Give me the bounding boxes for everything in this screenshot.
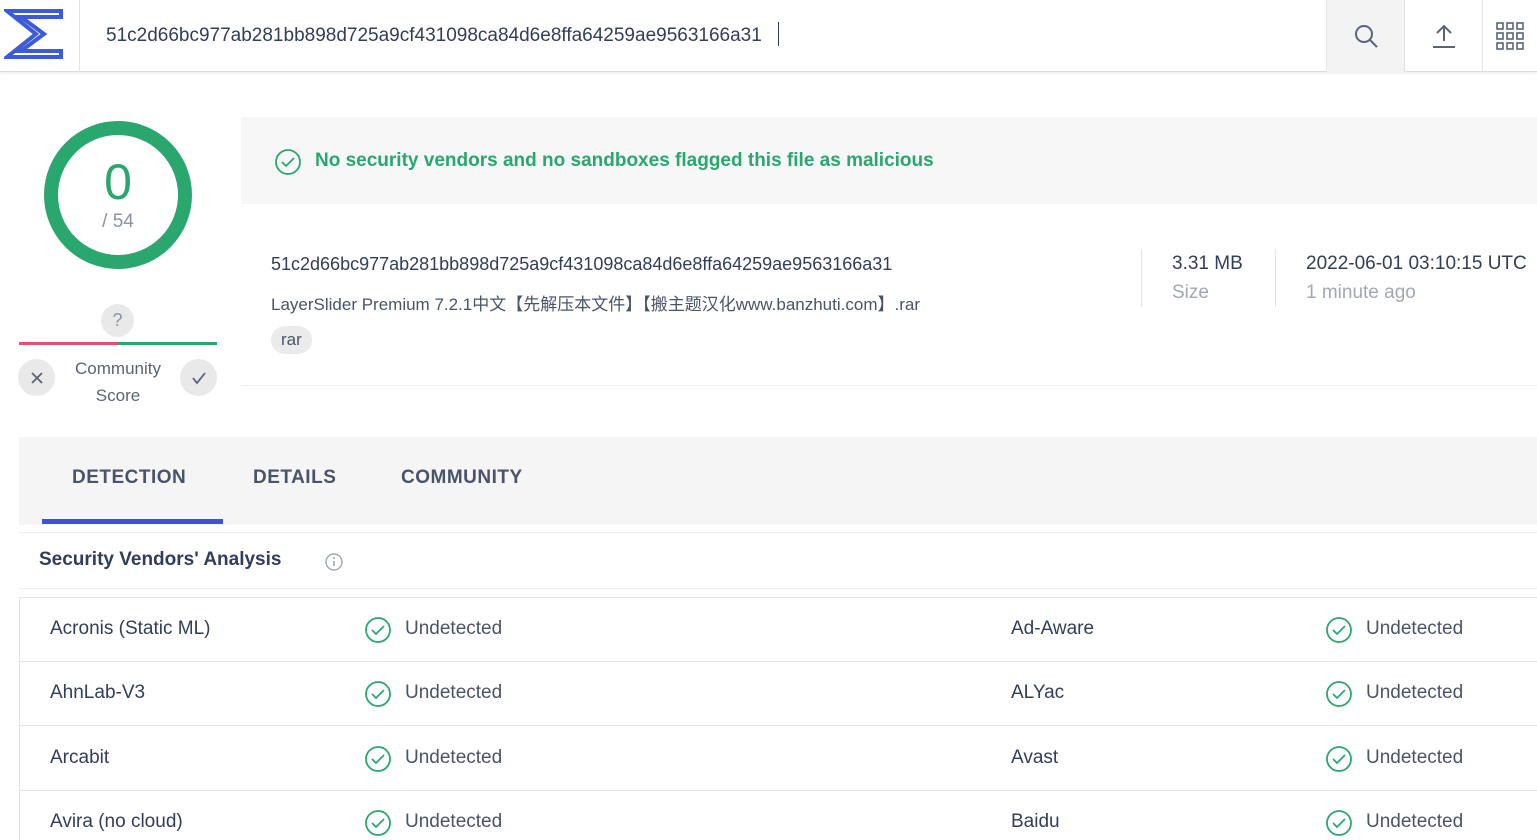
check-circle-icon bbox=[364, 745, 392, 778]
upload-icon bbox=[1432, 24, 1455, 48]
section-title: Security Vendors' Analysis bbox=[39, 549, 282, 570]
info-icon[interactable] bbox=[324, 552, 344, 577]
tab-detection[interactable]: DETECTION bbox=[72, 467, 186, 489]
file-name: LayerSlider Premium 7.2.1中文【先解压本文件】【搬主题汉… bbox=[271, 295, 920, 314]
vendor-status: Undetected bbox=[405, 747, 503, 768]
vendor-status: Undetected bbox=[1366, 618, 1464, 639]
table-row: Avira (no cloud) Undetected Baidu Undete… bbox=[19, 791, 1537, 840]
community-score-label: Community Score bbox=[58, 355, 178, 409]
vendor-name: AhnLab-V3 bbox=[50, 682, 146, 703]
check-circle-icon bbox=[274, 148, 302, 181]
checkmark-icon bbox=[191, 371, 206, 384]
file-type-tag[interactable]: rar bbox=[271, 326, 312, 354]
community-positive-bar bbox=[118, 342, 217, 345]
apps-grid-icon bbox=[1496, 22, 1524, 50]
tab-community[interactable]: COMMUNITY bbox=[401, 467, 523, 489]
divider bbox=[1141, 249, 1142, 307]
vendor-name: Ad-Aware bbox=[1011, 618, 1095, 639]
top-header bbox=[0, 0, 1537, 72]
check-circle-icon bbox=[364, 680, 392, 713]
vendor-name: Avast bbox=[1011, 747, 1059, 768]
divider bbox=[241, 385, 1537, 386]
upload-button[interactable] bbox=[1404, 0, 1482, 72]
community-score-help[interactable]: ? bbox=[101, 304, 134, 337]
vote-harmless-button[interactable] bbox=[180, 359, 217, 396]
tab-bar bbox=[19, 437, 1537, 525]
status-message: No security vendors and no sandboxes fla… bbox=[315, 150, 934, 171]
community-negative-bar bbox=[19, 342, 118, 345]
check-circle-icon bbox=[1325, 745, 1353, 778]
community-label-line1: Community bbox=[75, 359, 161, 378]
divider bbox=[19, 532, 1537, 533]
check-circle-icon bbox=[364, 809, 392, 840]
file-hash[interactable]: 51c2d66bc977ab281bb898d725a9cf431098ca84… bbox=[271, 254, 892, 275]
search-input[interactable] bbox=[82, 0, 1326, 72]
vendor-status: Undetected bbox=[1366, 747, 1464, 768]
detection-total: / 54 bbox=[102, 211, 134, 232]
active-tab-indicator bbox=[42, 519, 223, 524]
close-icon bbox=[30, 371, 43, 384]
analysis-relative-time: 1 minute ago bbox=[1306, 282, 1416, 303]
apps-menu-button[interactable] bbox=[1482, 0, 1537, 72]
vendor-status: Undetected bbox=[1366, 682, 1464, 703]
vendor-status: Undetected bbox=[405, 682, 503, 703]
vendor-name: ALYac bbox=[1011, 682, 1065, 703]
file-size-label: Size bbox=[1172, 282, 1209, 303]
check-circle-icon bbox=[1325, 680, 1353, 713]
vendor-status: Undetected bbox=[405, 811, 503, 832]
check-circle-icon bbox=[1325, 616, 1353, 649]
vendor-status: Undetected bbox=[1366, 811, 1464, 832]
check-circle-icon bbox=[1325, 809, 1353, 840]
divider bbox=[1275, 249, 1276, 307]
vendor-status: Undetected bbox=[405, 618, 503, 639]
table-row: Arcabit Undetected Avast Undetected bbox=[19, 727, 1537, 791]
sigma-logo-icon bbox=[4, 9, 63, 59]
check-circle-icon bbox=[364, 616, 392, 649]
search-icon bbox=[1354, 25, 1378, 48]
file-size-value: 3.31 MB bbox=[1172, 253, 1243, 274]
community-label-line2: Score bbox=[95, 386, 141, 405]
tab-details[interactable]: DETAILS bbox=[253, 467, 336, 489]
vendor-name: Acronis (Static ML) bbox=[50, 618, 211, 639]
vote-harmful-button[interactable] bbox=[18, 359, 55, 396]
table-row: Acronis (Static ML) Undetected Ad-Aware … bbox=[19, 598, 1537, 662]
vendor-name: Baidu bbox=[1011, 811, 1060, 832]
text-caret bbox=[778, 22, 779, 46]
vendor-name: Avira (no cloud) bbox=[50, 811, 183, 832]
vendor-name: Arcabit bbox=[50, 747, 110, 768]
divider bbox=[19, 588, 1537, 589]
table-row: AhnLab-V3 Undetected ALYac Undetected bbox=[19, 662, 1537, 726]
search-button[interactable] bbox=[1326, 0, 1404, 72]
analysis-date: 2022-06-01 03:10:15 UTC bbox=[1306, 253, 1527, 274]
detection-count: 0 bbox=[104, 154, 132, 210]
virustotal-logo[interactable] bbox=[0, 0, 80, 72]
